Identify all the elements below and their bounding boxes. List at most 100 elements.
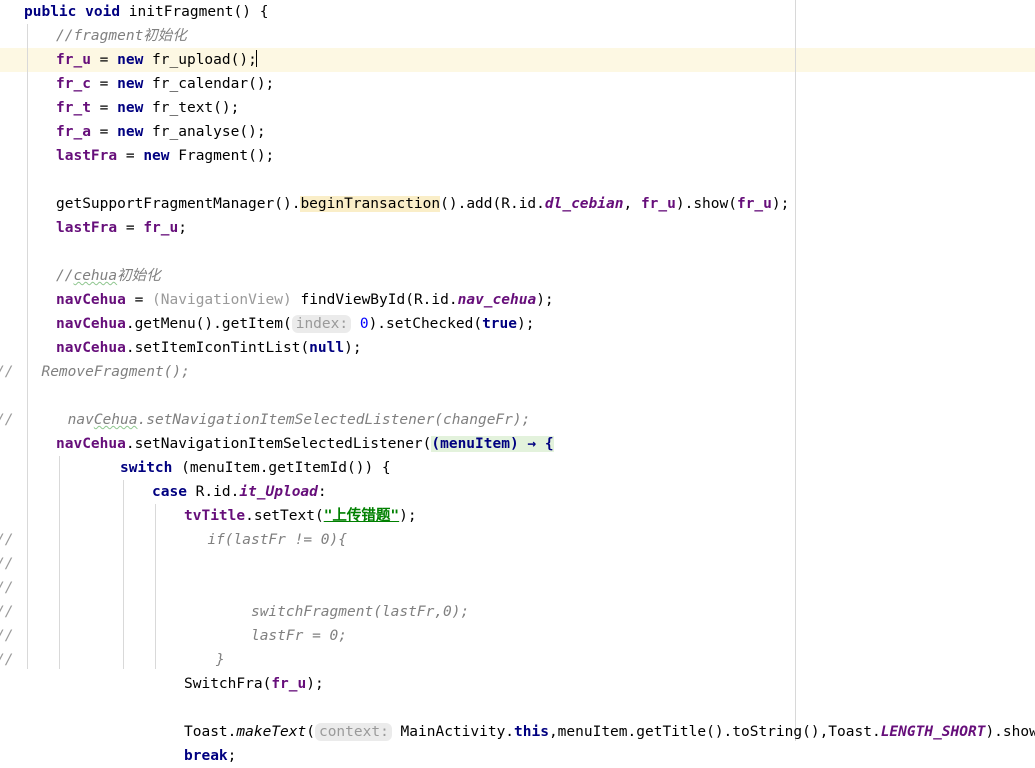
code-line[interactable]: tvTitle.setText("上传错题"); bbox=[0, 504, 1035, 528]
code-token: ); bbox=[536, 292, 554, 308]
code-token: (NavigationView) bbox=[152, 292, 292, 308]
code-token: getSupportFragmentManager(). bbox=[56, 196, 301, 212]
code-line[interactable] bbox=[0, 696, 1035, 720]
commented-out-marker: // bbox=[0, 364, 14, 380]
code-line[interactable]: fr_u = new fr_upload(); bbox=[0, 48, 1035, 72]
code-token: .getMenu().getItem( bbox=[125, 316, 292, 332]
code-token: Toast. bbox=[184, 724, 237, 740]
code-token: Cehua bbox=[93, 412, 138, 428]
code-token: ; bbox=[227, 748, 237, 764]
code-line[interactable]: // RemoveFragment(); bbox=[0, 360, 1035, 384]
code-line[interactable]: SwitchFra(fr_u); bbox=[0, 672, 1035, 696]
code-token: fr_u bbox=[271, 676, 307, 692]
code-token: R.id. bbox=[186, 484, 240, 500]
code-line[interactable]: // lastFr = 0; bbox=[0, 624, 1035, 648]
code-token: = bbox=[90, 52, 118, 68]
code-line[interactable]: lastFra = fr_u; bbox=[0, 216, 1035, 240]
code-line[interactable]: Toast.makeText(context: MainActivity.thi… bbox=[0, 720, 1035, 744]
code-token: lastFra bbox=[56, 220, 118, 236]
code-line[interactable] bbox=[0, 384, 1035, 408]
code-token: ).setChecked( bbox=[368, 316, 483, 332]
code-token: break bbox=[184, 748, 228, 764]
code-line[interactable]: fr_c = new fr_calendar(); bbox=[0, 72, 1035, 96]
code-line[interactable]: getSupportFragmentManager().beginTransac… bbox=[0, 192, 1035, 216]
code-token: new bbox=[117, 76, 144, 92]
code-token: fr_u bbox=[640, 196, 676, 212]
code-token: lastFra bbox=[56, 148, 118, 164]
code-token: ); bbox=[306, 676, 324, 692]
code-line[interactable]: navCehua.setItemIconTintList(null); bbox=[0, 336, 1035, 360]
code-token: //fragment初始化 bbox=[56, 28, 187, 44]
code-token: fr_calendar(); bbox=[143, 76, 275, 92]
code-token: new bbox=[117, 52, 144, 68]
code-token: ); bbox=[771, 196, 790, 212]
code-token: if(lastFr != 0){ bbox=[24, 532, 348, 548]
code-line[interactable]: // bbox=[0, 576, 1035, 600]
code-token: new bbox=[117, 124, 144, 140]
commented-out-marker: // bbox=[0, 652, 14, 668]
code-line[interactable]: break; bbox=[0, 744, 1035, 768]
code-token: ).show( bbox=[675, 196, 737, 212]
code-line[interactable]: navCehua.getMenu().getItem(index: 0).set… bbox=[0, 312, 1035, 336]
code-token: switchFragment(lastFr,0); bbox=[24, 604, 470, 620]
code-token: (menuItem) → { bbox=[431, 436, 554, 452]
code-line[interactable]: navCehua = (NavigationView) findViewById… bbox=[0, 288, 1035, 312]
code-line[interactable]: // bbox=[0, 552, 1035, 576]
code-token: context: bbox=[314, 723, 392, 741]
commented-out-marker: // bbox=[0, 628, 14, 644]
code-line[interactable]: //cehua初始化 bbox=[0, 264, 1035, 288]
code-token: initFragment() { bbox=[120, 4, 269, 20]
code-token: : bbox=[317, 484, 327, 500]
commented-out-marker: // bbox=[0, 604, 14, 620]
code-token: lastFr = 0; bbox=[24, 628, 348, 644]
code-token: fr_c bbox=[56, 76, 91, 92]
code-token: it_Upload bbox=[239, 484, 318, 500]
code-token: new bbox=[117, 100, 144, 116]
code-token: fr_t bbox=[56, 100, 91, 116]
code-line[interactable]: // if(lastFr != 0){ bbox=[0, 528, 1035, 552]
code-token: ; bbox=[178, 220, 187, 236]
code-token: (menuItem.getItemId()) { bbox=[172, 460, 391, 476]
code-token: ).show(); bbox=[985, 724, 1035, 740]
code-token: navCehua bbox=[56, 340, 126, 356]
commented-out-marker: // bbox=[0, 532, 14, 548]
code-line[interactable]: lastFra = new Fragment(); bbox=[0, 144, 1035, 168]
code-token: dl_cebian bbox=[544, 196, 624, 212]
code-lines-container[interactable]: public void initFragment() { //fragment初始… bbox=[0, 0, 1035, 768]
code-line[interactable]: case R.id.it_Upload: bbox=[0, 480, 1035, 504]
code-line[interactable]: // switchFragment(lastFr,0); bbox=[0, 600, 1035, 624]
code-editor[interactable]: public void initFragment() { //fragment初始… bbox=[0, 0, 1035, 764]
code-token: public bbox=[24, 4, 77, 20]
code-token: ); bbox=[517, 316, 535, 332]
code-token: Fragment(); bbox=[169, 148, 275, 164]
code-line[interactable]: //fragment初始化 bbox=[0, 24, 1035, 48]
code-token: fr_analyse(); bbox=[143, 124, 266, 140]
code-token: } bbox=[24, 652, 225, 668]
code-token: navCehua bbox=[56, 292, 126, 308]
code-token: tvTitle bbox=[184, 508, 246, 524]
code-line[interactable]: navCehua.setNavigationItemSelectedListen… bbox=[0, 432, 1035, 456]
code-line[interactable]: fr_a = new fr_analyse(); bbox=[0, 120, 1035, 144]
code-token: navCehua bbox=[56, 436, 126, 452]
code-line[interactable]: // navCehua.setNavigationItemSelectedLis… bbox=[0, 408, 1035, 432]
code-line[interactable]: public void initFragment() { bbox=[0, 0, 1035, 24]
code-token: .setNavigationItemSelectedListener( bbox=[125, 436, 432, 452]
code-token: void bbox=[85, 4, 121, 20]
code-token: = bbox=[117, 220, 144, 236]
commented-out-marker: // bbox=[0, 556, 14, 572]
code-token: findViewById(R.id. bbox=[291, 292, 458, 308]
code-line[interactable] bbox=[0, 240, 1035, 264]
code-token: fr_upload(); bbox=[143, 52, 257, 68]
code-token: ); bbox=[344, 340, 362, 356]
code-line[interactable]: fr_t = new fr_text(); bbox=[0, 96, 1035, 120]
code-line[interactable]: // } bbox=[0, 648, 1035, 672]
code-token: fr_text(); bbox=[143, 100, 240, 116]
code-token: fr_u bbox=[56, 52, 91, 68]
code-line[interactable] bbox=[0, 168, 1035, 192]
code-line[interactable]: switch (menuItem.getItemId()) { bbox=[0, 456, 1035, 480]
code-token: , bbox=[623, 196, 641, 212]
code-token: switch bbox=[120, 460, 173, 476]
code-token: SwitchFra( bbox=[184, 676, 272, 692]
code-token: = bbox=[90, 76, 118, 92]
